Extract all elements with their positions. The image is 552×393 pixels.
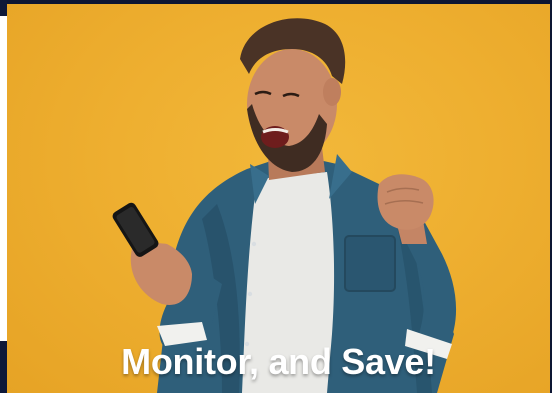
- excited-man-photo: [112, 18, 457, 393]
- sidebar-strip: [0, 16, 7, 341]
- page-left-edge: [0, 0, 7, 393]
- banner-caption: Monitor, and Save!: [121, 341, 436, 382]
- hero-image: Monitor, and Save!: [7, 4, 550, 393]
- promo-banner: Monitor, and Save!: [0, 0, 552, 393]
